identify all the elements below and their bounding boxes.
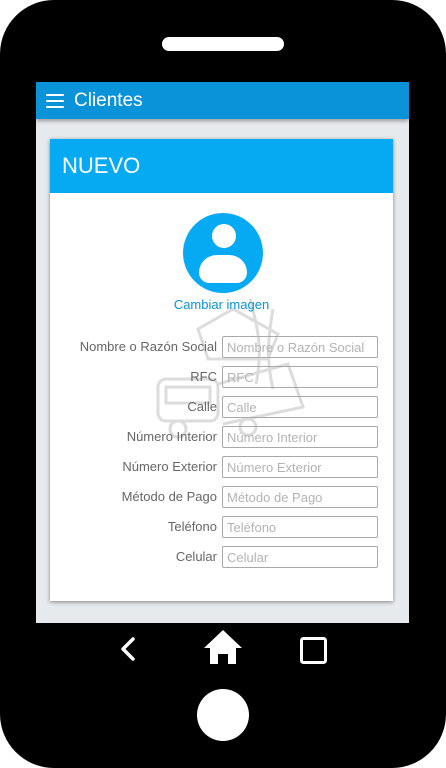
exterior-number-input[interactable] xyxy=(222,456,378,478)
field-row-rfc: RFC xyxy=(50,366,393,388)
street-input[interactable] xyxy=(222,396,378,418)
hamburger-menu-icon[interactable] xyxy=(46,93,64,108)
street-label: Calle xyxy=(187,399,217,414)
app-title: Clientes xyxy=(74,89,143,111)
field-row-name: Nombre o Razón Social xyxy=(50,336,393,358)
interior-number-label: Número Interior xyxy=(126,429,217,444)
phone-label: Teléfono xyxy=(167,519,217,534)
name-label: Nombre o Razón Social xyxy=(79,339,217,354)
cellphone-label: Celular xyxy=(175,549,217,564)
physical-home-button[interactable] xyxy=(197,689,249,741)
back-icon[interactable] xyxy=(116,635,140,663)
interior-number-input[interactable] xyxy=(222,426,378,448)
exterior-number-label: Número Exterior xyxy=(122,459,217,474)
field-row-payment-method: Método de Pago xyxy=(50,486,393,508)
card-title: NUEVO xyxy=(50,139,393,193)
field-row-street: Calle xyxy=(50,396,393,418)
phone-frame: Clientes NUEVO Cambiar imagen Nombre o R… xyxy=(0,0,446,768)
device-nav-bar xyxy=(0,623,446,683)
home-icon[interactable] xyxy=(202,628,244,666)
recents-icon[interactable] xyxy=(299,636,329,666)
name-input[interactable] xyxy=(222,336,378,358)
phone-input[interactable] xyxy=(222,516,378,538)
field-row-exterior-number: Número Exterior xyxy=(50,456,393,478)
new-client-card: NUEVO Cambiar imagen Nombre o Razón Soci… xyxy=(50,139,393,601)
device-screen: Clientes NUEVO Cambiar imagen Nombre o R… xyxy=(36,82,409,623)
field-row-phone: Teléfono xyxy=(50,516,393,538)
payment-method-label: Método de Pago xyxy=(121,489,217,504)
speaker-grille xyxy=(162,37,284,51)
rfc-input[interactable] xyxy=(222,366,378,388)
payment-method-input[interactable] xyxy=(222,486,378,508)
field-row-cellphone: Celular xyxy=(50,546,393,568)
rfc-label: RFC xyxy=(190,369,217,384)
cellphone-input[interactable] xyxy=(222,546,378,568)
user-avatar-icon[interactable] xyxy=(183,213,263,293)
field-row-interior-number: Número Interior xyxy=(50,426,393,448)
change-image-link[interactable]: Cambiar imagen xyxy=(50,297,393,312)
app-bar: Clientes xyxy=(36,82,409,119)
